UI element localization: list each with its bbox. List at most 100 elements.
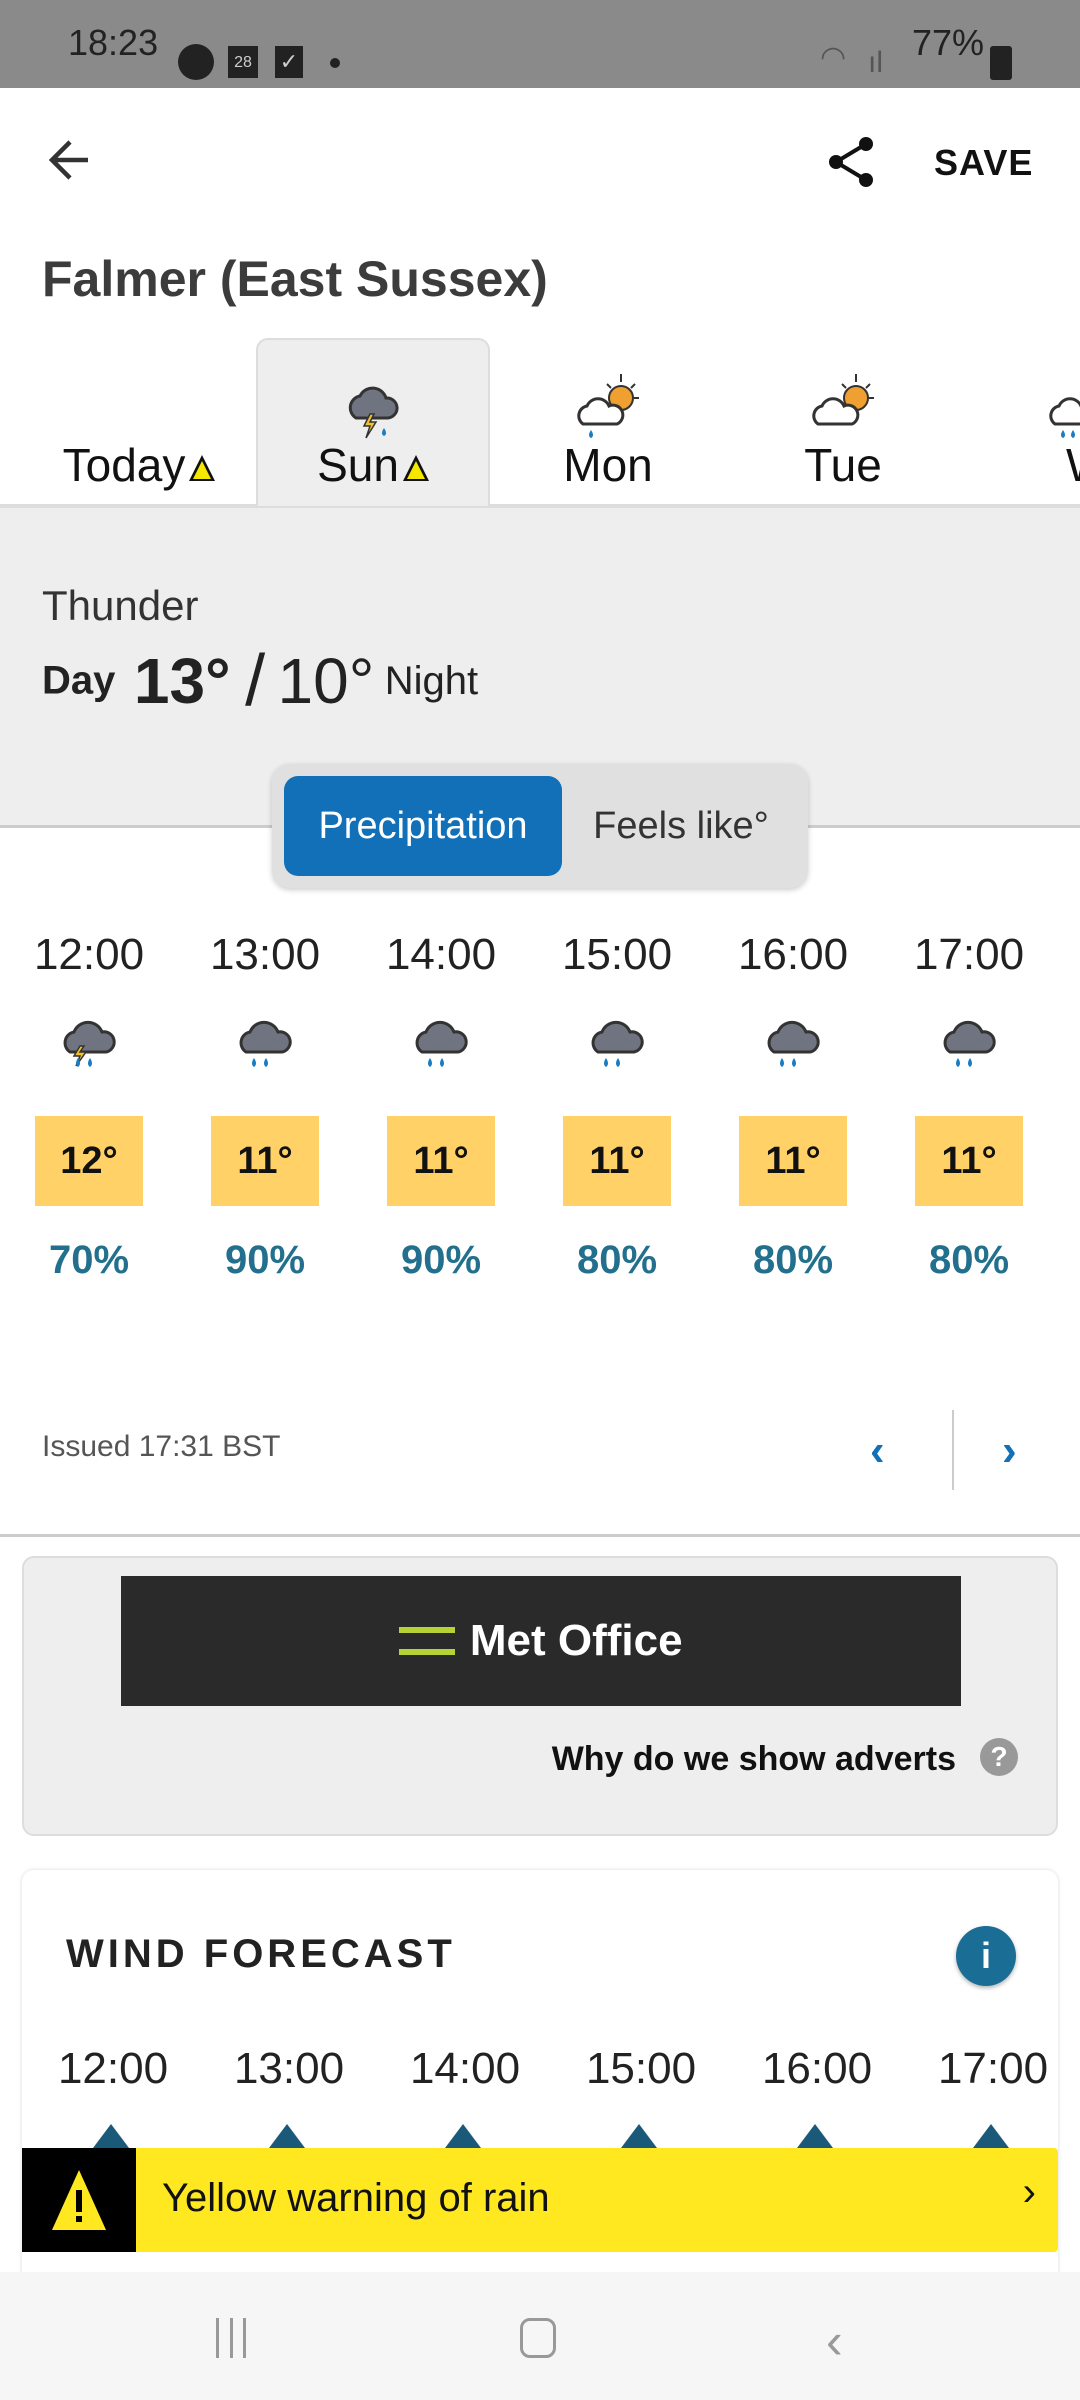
temp-box: 12° <box>35 1116 143 1206</box>
wind-arrow-icon <box>269 2124 305 2148</box>
chevron-right-icon: › <box>1022 2170 1036 2214</box>
issued-time: Issued 17:31 BST <box>42 1430 281 1463</box>
wind-arrow-icon <box>445 2124 481 2148</box>
status-time: 18:23 <box>68 22 159 63</box>
precipitation-toggle[interactable]: Precipitation <box>284 776 562 876</box>
night-temp: 10° <box>277 645 375 717</box>
day-temp: 13° <box>133 645 231 717</box>
precip-chance: 80% <box>928 1238 1010 1282</box>
calendar-icon: 28 <box>228 46 258 78</box>
wind-hour: 12:00 <box>57 2044 169 2093</box>
temp-box: 11° <box>915 1116 1023 1206</box>
tab-label: Tue <box>804 439 882 491</box>
tab-today[interactable]: Today <box>22 338 256 506</box>
why-adverts-link[interactable]: Why do we show adverts <box>552 1740 956 1779</box>
wind-arrow-icon <box>973 2124 1009 2148</box>
signal-icon: ıl <box>868 46 883 79</box>
tab-mon[interactable]: Mon <box>491 338 725 506</box>
feels-like-toggle[interactable]: Feels like° <box>566 776 796 876</box>
tab-label: We <box>1066 438 1080 492</box>
tab-sun[interactable]: Sun <box>256 338 490 506</box>
precip-chance: 80% <box>576 1238 658 1282</box>
hour-time: 14:00 <box>385 930 497 979</box>
back-nav-button[interactable]: ‹ <box>826 2312 843 2370</box>
share-button[interactable] <box>822 132 882 192</box>
hour-column: 17:00 11° 80% <box>881 930 1057 1283</box>
day-label: Day <box>42 658 116 703</box>
heavy-rain-icon <box>239 1020 292 1067</box>
share-icon <box>829 137 873 187</box>
warning-text: Yellow warning of rain <box>162 2176 550 2220</box>
temp-box: 11° <box>211 1116 319 1206</box>
hour-column: 12:00 12° 70% <box>1 930 177 1283</box>
rain-warning-banner[interactable]: Yellow warning of rain › <box>22 2148 1058 2252</box>
cloud-rain-icon <box>1049 397 1080 438</box>
precip-chance: 90% <box>400 1238 482 1282</box>
advert-brand: Met Office <box>469 1616 683 1665</box>
save-button[interactable]: SAVE <box>934 142 1033 184</box>
next-button[interactable]: › <box>1002 1426 1017 1476</box>
precip-chance: 80% <box>752 1238 834 1282</box>
wind-hour: 15:00 <box>585 2044 697 2093</box>
hour-time: 17:00 <box>913 930 1025 979</box>
warning-icon <box>52 2170 106 2230</box>
wind-arrow-icon <box>93 2124 129 2148</box>
wind-hour: 14:00 <box>409 2044 521 2093</box>
tab-label: Today <box>62 439 186 491</box>
hour-time: 16:00 <box>737 930 849 979</box>
spotify-icon <box>178 44 214 80</box>
back-arrow-icon <box>48 140 88 180</box>
system-nav-bar: ‹ <box>0 2272 1080 2400</box>
warning-icon-box <box>22 2148 136 2252</box>
night-label: Night <box>384 658 479 703</box>
hour-column: 14:00 11° 90% <box>353 930 529 1283</box>
location-title: Falmer (East Sussex) <box>42 251 548 307</box>
divider <box>952 1410 954 1490</box>
back-button[interactable] <box>40 130 110 190</box>
hour-time: 12:00 <box>33 930 145 979</box>
wind-title: WIND FORECAST <box>66 1932 456 1976</box>
dot-icon <box>330 58 340 68</box>
temp-box: 11° <box>739 1116 847 1206</box>
hour-column: 16:00 11° 80% <box>705 930 881 1283</box>
advert-box: Met Office Why do we show adverts ? <box>22 1556 1058 1836</box>
tab-wed[interactable]: We <box>961 338 1080 506</box>
heavy-rain-icon <box>943 1020 996 1067</box>
sun-cloud-icon <box>812 374 874 426</box>
hour-column: 15:00 11° 80% <box>529 930 705 1283</box>
section-divider <box>0 1534 1080 1537</box>
temp-box: 11° <box>563 1116 671 1206</box>
condition: Thunder <box>42 582 199 629</box>
day-tabs: Today Sun Mon Tue We <box>0 338 1080 508</box>
hour-time: 13:00 <box>209 930 321 979</box>
tab-tue[interactable]: Tue <box>726 338 960 506</box>
heavy-rain-icon <box>591 1020 644 1067</box>
wind-arrow-icon <box>797 2124 833 2148</box>
hour-time: 15:00 <box>561 930 673 979</box>
view-toggle: Precipitation Feels like° <box>272 764 808 888</box>
tab-label: Sun <box>317 439 399 491</box>
advert-banner[interactable]: Met Office <box>121 1576 961 1706</box>
precip-chance: 70% <box>48 1238 130 1282</box>
warning-icon <box>189 455 216 481</box>
separator: / <box>245 641 266 721</box>
wind-hour: 16:00 <box>761 2044 873 2093</box>
met-office-logo-icon <box>399 1627 456 1655</box>
prev-button[interactable]: ‹ <box>870 1426 885 1476</box>
info-icon[interactable]: i <box>956 1926 1016 1986</box>
sun-cloud-rain-icon <box>577 374 639 438</box>
tab-label: Mon <box>563 439 653 491</box>
recents-button[interactable] <box>216 2318 246 2358</box>
battery-icon <box>990 46 1012 80</box>
home-button[interactable] <box>520 2318 556 2358</box>
heavy-rain-icon <box>415 1020 468 1067</box>
temp-box: 11° <box>387 1116 495 1206</box>
warning-icon <box>402 455 429 481</box>
check-icon: ✓ <box>275 46 303 78</box>
status-bar: 18:23 28 ✓ ◠ ıl 77% <box>0 0 1080 88</box>
wind-hour: 13:00 <box>233 2044 345 2093</box>
help-icon[interactable]: ? <box>980 1738 1018 1776</box>
heavy-rain-icon <box>767 1020 820 1067</box>
battery-level: 77% <box>912 22 985 63</box>
hour-column: 13:00 11° 90% <box>177 930 353 1283</box>
